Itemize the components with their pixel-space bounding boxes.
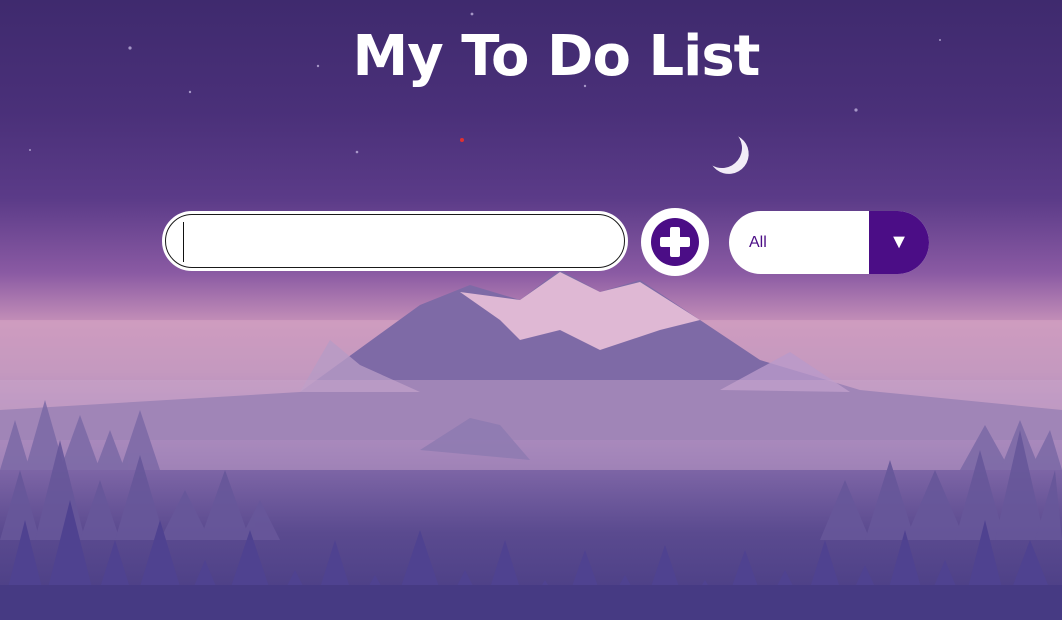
plus-circle-icon xyxy=(651,218,699,266)
add-todo-button[interactable] xyxy=(641,208,709,276)
app-root: My To Do List All ▼ xyxy=(0,0,1062,620)
chevron-down-icon[interactable]: ▼ xyxy=(869,211,929,274)
text-caret xyxy=(183,222,184,262)
filter-selected-value: All xyxy=(749,234,767,251)
page-title: My To Do List xyxy=(352,24,761,89)
todo-text-input[interactable] xyxy=(162,211,628,271)
red-dot-decoration xyxy=(460,138,464,142)
mountain-landscape-background xyxy=(0,12,1062,620)
filter-select[interactable]: All ▼ xyxy=(729,211,929,274)
